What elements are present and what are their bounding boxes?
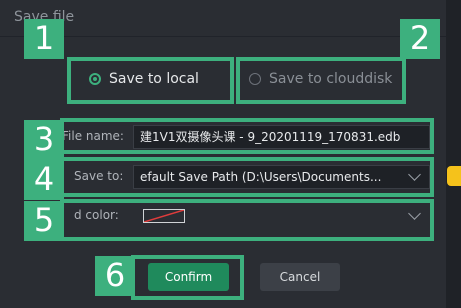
background-panel <box>446 0 461 308</box>
annotation-badge-6: 6 <box>95 256 135 296</box>
highlight-box-1 <box>67 57 234 104</box>
annotation-badge-2: 2 <box>400 19 440 59</box>
annotation-badge-4: 4 <box>24 160 64 200</box>
highlight-box-5 <box>60 199 434 241</box>
highlight-box-6 <box>131 255 244 300</box>
annotation-badge-1: 1 <box>24 19 64 59</box>
highlight-box-4 <box>60 157 434 197</box>
highlight-box-3 <box>60 118 434 154</box>
cancel-button[interactable]: Cancel <box>260 263 340 291</box>
highlight-box-2 <box>236 57 406 104</box>
dialog-titlebar: Save file <box>0 0 446 37</box>
folder-tab-icon <box>447 166 461 186</box>
annotation-badge-5: 5 <box>24 201 64 241</box>
annotation-badge-3: 3 <box>24 120 64 160</box>
